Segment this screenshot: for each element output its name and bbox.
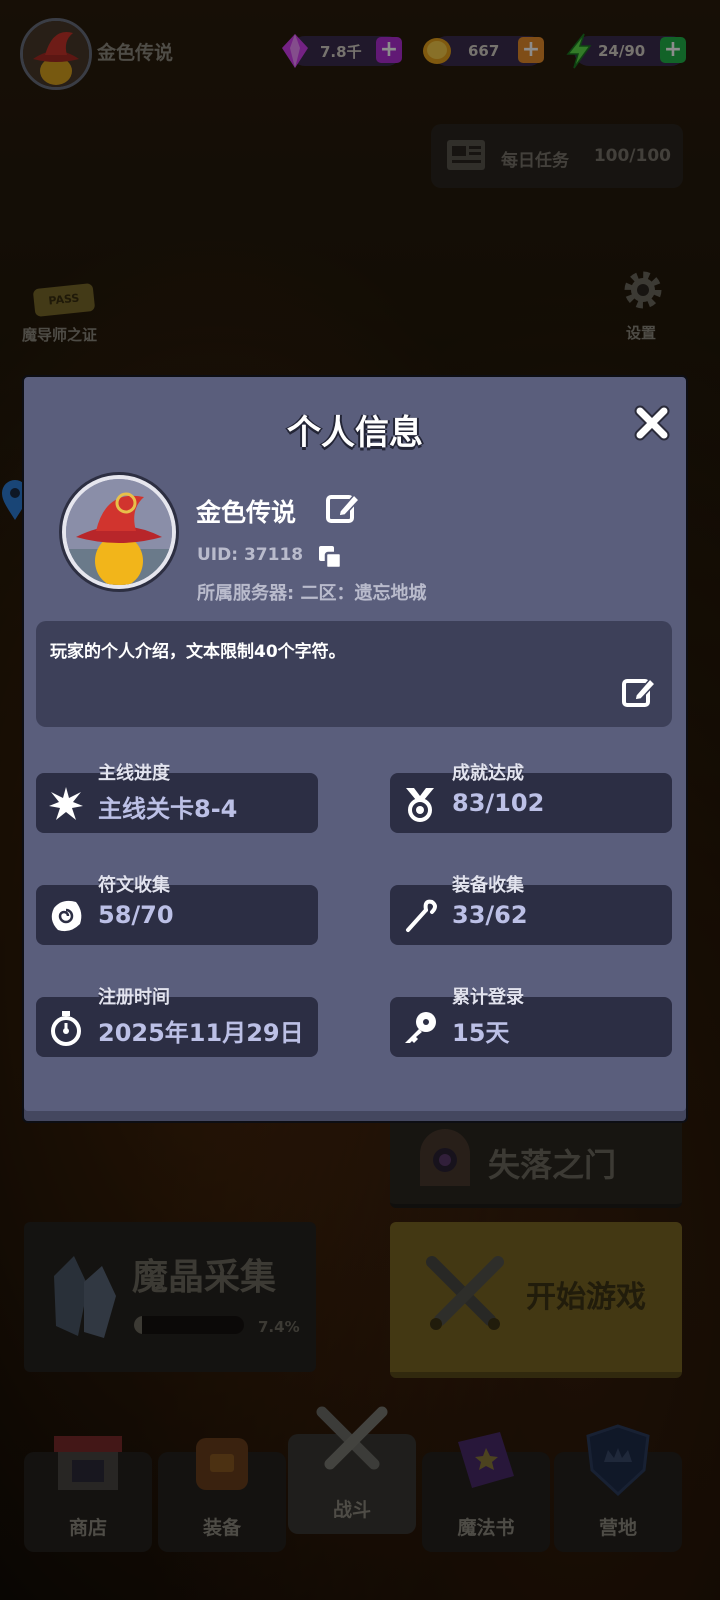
modal-title: 个人信息 <box>287 413 423 453</box>
stat-label: 累计登录 <box>452 987 524 1008</box>
stat-runes: 符文收集 58/70 <box>36 875 318 945</box>
stat-main-progress: 主线进度 主线关卡8-4 <box>36 763 318 833</box>
rune-stone-icon <box>51 900 82 932</box>
stat-value: 58/70 <box>98 901 174 929</box>
stat-value: 33/62 <box>452 901 528 929</box>
stat-label: 主线进度 <box>98 763 170 784</box>
stat-label: 注册时间 <box>98 987 170 1008</box>
edit-bio-icon[interactable] <box>620 673 658 711</box>
stat-value: 主线关卡8-4 <box>98 795 238 823</box>
stat-value: 15天 <box>452 1019 510 1047</box>
bio-text: 玩家的个人介绍，文本限制40个字符。 <box>50 642 346 662</box>
stat-achievements: 成就达成 83/102 <box>390 763 672 833</box>
wizard-avatar-icon <box>66 479 172 585</box>
profile-avatar[interactable] <box>62 475 176 589</box>
edit-icon[interactable] <box>324 489 362 527</box>
stat-label: 装备收集 <box>452 875 524 896</box>
bio-box: 玩家的个人介绍，文本限制40个字符。 <box>36 621 672 727</box>
stat-value: 83/102 <box>452 789 545 817</box>
key-icon <box>405 1012 436 1043</box>
profile-server: 所属服务器: 二区：遗忘地城 <box>197 583 427 604</box>
stat-label: 成就达成 <box>452 763 524 784</box>
profile-name: 金色传说 <box>196 498 297 527</box>
close-icon[interactable] <box>632 403 672 443</box>
profile-modal: 个人信息 金色传说 UID: 37118 所属服务器: 二区：遗忘地城 玩家的个… <box>22 375 688 1123</box>
staff-icon <box>406 899 437 932</box>
stat-equipment: 装备收集 33/62 <box>390 875 672 945</box>
stopwatch-icon <box>51 1011 81 1046</box>
profile-uid: UID: 37118 <box>197 545 304 565</box>
copy-icon[interactable] <box>316 543 344 571</box>
stat-value: 2025年11月29日 <box>98 1019 304 1047</box>
medal-icon <box>406 788 434 822</box>
stat-label: 符文收集 <box>98 875 170 896</box>
stat-login-days: 累计登录 15天 <box>390 987 672 1057</box>
stat-register-date: 注册时间 2025年11月29日 <box>36 987 318 1057</box>
starburst-icon <box>49 787 83 820</box>
